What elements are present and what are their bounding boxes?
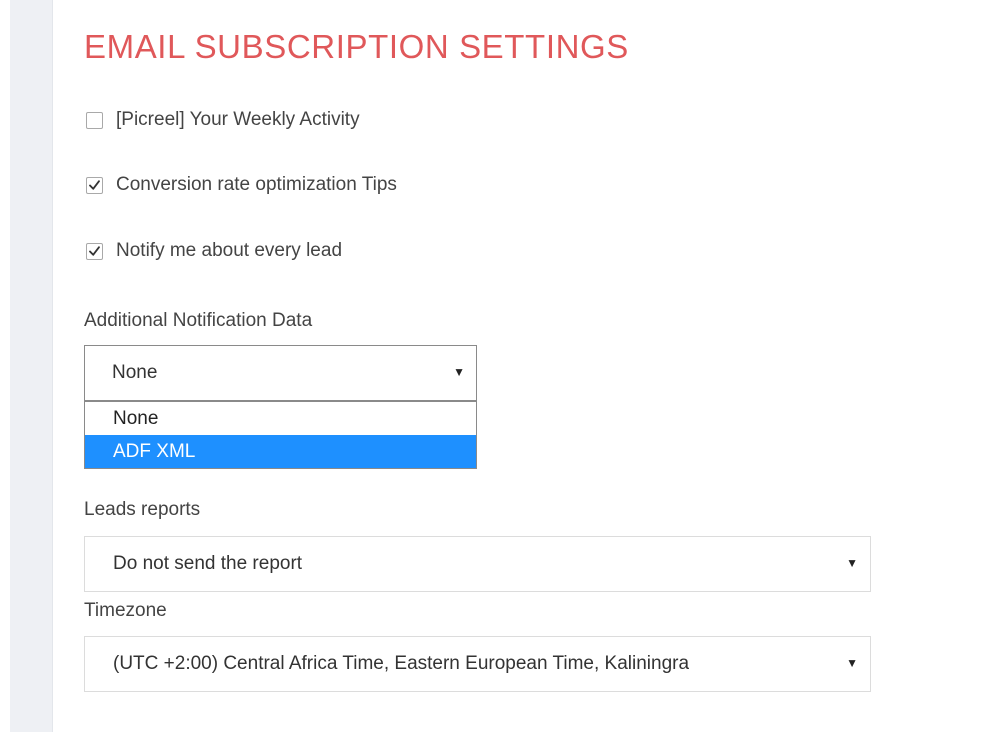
check-icon	[89, 179, 100, 190]
weekly-activity-checkbox[interactable]	[86, 111, 103, 129]
notification-data-label: Additional Notification Data	[84, 310, 313, 331]
notification-data-selected-value: None	[112, 362, 158, 383]
left-margin	[0, 0, 10, 732]
weekly-activity-label: [Picreel] Your Weekly Activity	[116, 109, 360, 130]
weekly-activity-checkbox-row[interactable]: [Picreel] Your Weekly Activity	[86, 108, 360, 132]
dropdown-arrow-icon: ▼	[846, 556, 858, 570]
notify-every-lead-label: Notify me about every lead	[116, 240, 343, 261]
notification-data-select[interactable]: None ▼	[84, 345, 477, 401]
timezone-label: Timezone	[84, 600, 167, 621]
notification-data-dropdown-list: None ADF XML	[84, 401, 477, 469]
page-title: EMAIL SUBSCRIPTION SETTINGS	[84, 28, 629, 65]
dropdown-option-none[interactable]: None	[85, 402, 476, 435]
dropdown-arrow-icon: ▼	[846, 656, 858, 670]
cro-tips-label: Conversion rate optimization Tips	[116, 174, 397, 195]
cro-tips-checkbox[interactable]	[86, 176, 103, 194]
dropdown-option-adf-xml[interactable]: ADF XML	[85, 435, 476, 468]
leads-reports-label: Leads reports	[84, 499, 201, 520]
cro-tips-checkbox-row[interactable]: Conversion rate optimization Tips	[86, 173, 397, 197]
notify-every-lead-checkbox[interactable]	[86, 242, 103, 260]
notify-every-lead-checkbox-row[interactable]: Notify me about every lead	[86, 239, 342, 263]
leads-reports-select[interactable]: Do not send the report ▼	[84, 536, 871, 592]
leads-reports-selected-value: Do not send the report	[113, 553, 303, 574]
check-icon	[89, 245, 100, 256]
timezone-selected-value: (UTC +2:00) Central Africa Time, Eastern…	[113, 653, 690, 674]
side-strip	[10, 0, 53, 732]
dropdown-arrow-icon: ▼	[453, 365, 465, 379]
timezone-select[interactable]: (UTC +2:00) Central Africa Time, Eastern…	[84, 636, 871, 692]
